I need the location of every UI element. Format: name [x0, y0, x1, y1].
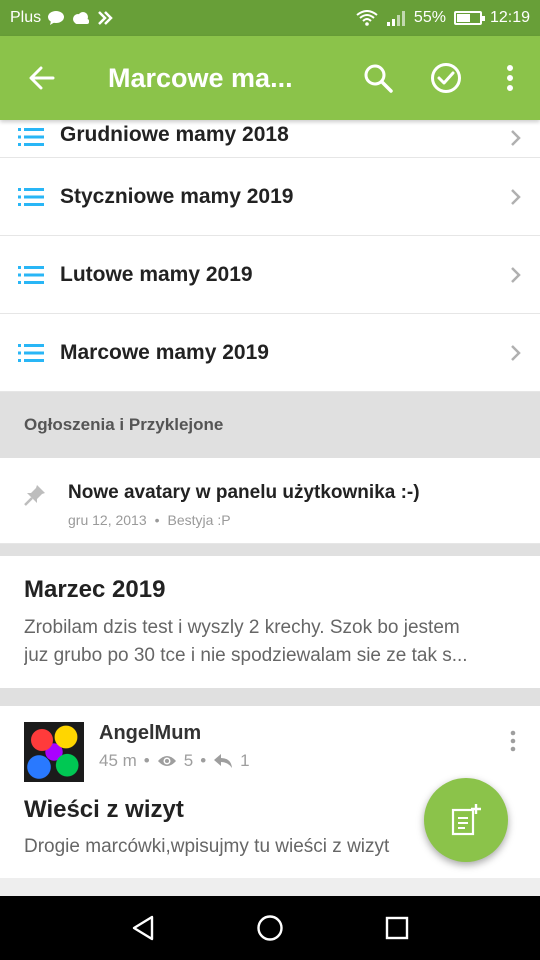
app-toolbar: Marcowe ma...: [0, 36, 540, 120]
nav-back-button[interactable]: [103, 896, 183, 960]
subforum-label: Marcowe mamy 2019: [60, 340, 269, 364]
circle-home-icon: [257, 915, 283, 941]
system-nav-bar: [0, 896, 540, 960]
subforum-item-marcowe[interactable]: Marcowe mamy 2019: [0, 314, 540, 392]
post-time: 45 m: [99, 751, 137, 770]
page-title: Marcowe ma...: [108, 62, 293, 93]
subforum-label: Grudniowe mamy 2018: [60, 123, 289, 146]
app-notification-icon: [98, 11, 113, 25]
battery-percent: 55%: [413, 9, 446, 26]
subforum-item-lutowe[interactable]: Lutowe mamy 2019: [0, 236, 540, 314]
triangle-back-icon: [133, 915, 154, 941]
post-author[interactable]: AngelMum: [99, 722, 250, 745]
nav-recents-button[interactable]: [357, 896, 437, 960]
subforum-label: Styczniowe mamy 2019: [60, 184, 294, 208]
reply-count: 1: [240, 751, 250, 770]
avatar[interactable]: [24, 722, 84, 782]
square-recents-icon: [385, 916, 408, 940]
topic-title: Marzec 2019: [24, 576, 166, 603]
subforum-item-grudniowe[interactable]: Grudniowe mamy 2018: [0, 120, 540, 158]
list-icon: [18, 128, 44, 146]
signal-icon: [386, 11, 405, 26]
sticky-topic-title: Nowe avatary w panelu użytkownika :-): [68, 482, 420, 503]
reply-icon: [214, 754, 233, 768]
new-topic-button[interactable]: [424, 778, 508, 862]
stats-separator: •: [143, 751, 150, 770]
more-vertical-icon: [510, 730, 516, 752]
topic-excerpt-line: juz grubo po 30 tce i nie spodziewalam s…: [24, 645, 468, 666]
meta-separator: •: [154, 512, 160, 528]
sticky-topic-author: Bestyja :P: [167, 512, 231, 528]
chevron-right-icon: [511, 266, 521, 283]
stats-separator: •: [200, 751, 207, 770]
status-bar: Plus 55% 12:19: [0, 0, 540, 36]
mark-read-button[interactable]: [412, 36, 480, 120]
battery-icon: [453, 11, 485, 25]
sticky-topic[interactable]: Nowe avatary w panelu użytkownika :-) gr…: [0, 458, 540, 544]
new-post-icon: [451, 804, 481, 836]
list-icon: [18, 265, 44, 284]
view-count: 5: [183, 751, 194, 770]
list-icon: [18, 343, 44, 362]
back-button[interactable]: [0, 36, 84, 120]
pin-icon: [24, 485, 45, 506]
carrier-label: Plus: [10, 9, 42, 26]
cloud-icon: [73, 12, 90, 24]
eye-icon: [157, 756, 176, 766]
subforum-item-styczniowe[interactable]: Styczniowe mamy 2019: [0, 158, 540, 236]
check-circle-icon: [431, 63, 461, 93]
divider: [0, 688, 540, 706]
arrow-left-icon: [29, 66, 55, 90]
chevron-right-icon: [511, 344, 521, 361]
post-menu-button[interactable]: [510, 730, 516, 757]
wifi-icon: [356, 10, 378, 26]
divider: [0, 544, 540, 556]
topic-card[interactable]: Marzec 2019 Zrobilam dzis test i wyszly …: [0, 556, 540, 688]
subforum-label: Lutowe mamy 2019: [60, 262, 253, 286]
search-icon: [364, 64, 393, 93]
chevron-right-icon: [511, 188, 521, 205]
nav-home-button[interactable]: [230, 896, 310, 960]
chevron-right-icon: [511, 130, 521, 146]
overflow-menu-button[interactable]: [480, 36, 540, 120]
list-icon: [18, 187, 44, 206]
more-vertical-icon: [507, 65, 513, 91]
clock: 12:19: [489, 9, 530, 26]
topic-excerpt-line: Zrobilam dzis test i wyszly 2 krechy. Sz…: [24, 617, 460, 638]
chat-icon: [48, 11, 65, 25]
section-header-announcements: Ogłoszenia i Przyklejone: [0, 392, 540, 458]
post-excerpt: Drogie marcówki,wpisujmy tu wieści z wiz…: [24, 836, 390, 857]
sticky-topic-date: gru 12, 2013: [68, 512, 147, 528]
search-button[interactable]: [344, 36, 412, 120]
